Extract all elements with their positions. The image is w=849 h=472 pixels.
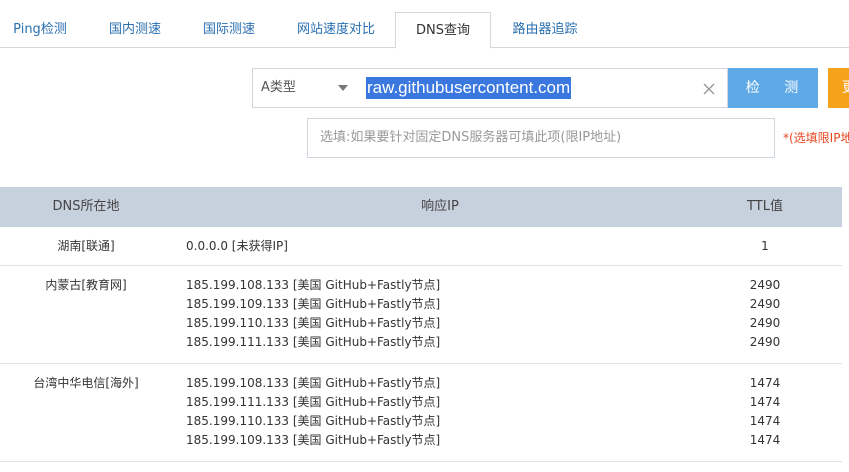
ip-entry: 185.199.109.133 [美国 GitHub+Fastly节点] xyxy=(186,297,441,311)
ip-entry: 185.199.110.133 [美国 GitHub+Fastly节点] xyxy=(186,316,441,330)
ip-entry: 185.199.109.133 [美国 GitHub+Fastly节点] xyxy=(186,433,441,447)
record-type-value: A类型 xyxy=(261,80,296,95)
detect-button[interactable]: 检 测 xyxy=(728,68,818,108)
ttl-entry: 2490 xyxy=(749,335,781,349)
domain-input[interactable]: raw.githubusercontent.com xyxy=(356,68,728,108)
ip-entry: 185.199.110.133 [美国 GitHub+Fastly节点] xyxy=(186,414,441,428)
table-row: 台湾中华电信[海外] 185.199.108.133 [美国 GitHub+Fa… xyxy=(0,364,842,462)
row-ips: 0.0.0.0 [未获得IP] xyxy=(186,237,288,256)
tab-ping[interactable]: Ping检测 xyxy=(0,12,80,48)
tab-traceroute[interactable]: 路由器追踪 xyxy=(498,12,592,48)
ttl-entry: 1474 xyxy=(749,395,781,409)
ttl-entry: 2490 xyxy=(749,297,781,311)
tab-international-speed[interactable]: 国际测速 xyxy=(186,12,272,48)
chevron-down-icon xyxy=(338,85,348,91)
ttl-entry: 1474 xyxy=(749,433,781,447)
tab-bar: Ping检测 国内测速 国际测速 网站速度对比 DNS查询 路由器追踪 xyxy=(0,0,849,49)
row-location: 台湾中华电信[海外] xyxy=(33,376,139,390)
row-ttls: 2490 2490 2490 2490 xyxy=(700,276,830,352)
ttl-entry: 1474 xyxy=(749,414,781,428)
header-ttl: TTL值 xyxy=(747,199,783,214)
row-location: 湖南[联通] xyxy=(57,239,115,253)
ip-entry: 185.199.111.133 [美国 GitHub+Fastly节点] xyxy=(186,395,441,409)
ttl-entry: 1 xyxy=(761,239,769,253)
header-dns-location: DNS所在地 xyxy=(52,199,120,214)
ttl-entry: 1474 xyxy=(749,376,781,390)
record-type-select[interactable]: A类型 xyxy=(252,68,357,108)
close-icon[interactable] xyxy=(701,81,717,97)
row-ttls: 1 xyxy=(700,237,830,256)
ip-entry: 185.199.111.133 [美国 GitHub+Fastly节点] xyxy=(186,335,441,349)
table-header: DNS所在地 响应IP TTL值 xyxy=(0,187,842,227)
tab-domestic-speed[interactable]: 国内测速 xyxy=(92,12,178,48)
ttl-entry: 2490 xyxy=(749,278,781,292)
ip-entry: 0.0.0.0 [未获得IP] xyxy=(186,239,288,253)
table-row: 内蒙古[教育网] 185.199.108.133 [美国 GitHub+Fast… xyxy=(0,266,842,364)
results-table: DNS所在地 响应IP TTL值 湖南[联通] 0.0.0.0 [未获得IP] … xyxy=(0,187,842,462)
ip-entry: 185.199.108.133 [美国 GitHub+Fastly节点] xyxy=(186,278,441,292)
more-button[interactable]: 更 xyxy=(828,68,849,108)
header-response-ip: 响应IP xyxy=(421,199,459,214)
row-location: 内蒙古[教育网] xyxy=(45,278,127,292)
row-ips: 185.199.108.133 [美国 GitHub+Fastly节点] 185… xyxy=(186,374,440,450)
domain-input-value: raw.githubusercontent.com xyxy=(366,77,572,99)
row-ips: 185.199.108.133 [美国 GitHub+Fastly节点] 185… xyxy=(186,276,440,352)
tab-site-speed-compare[interactable]: 网站速度对比 xyxy=(282,12,390,48)
row-ttls: 1474 1474 1474 1474 xyxy=(700,374,830,450)
ttl-entry: 2490 xyxy=(749,316,781,330)
ip-entry: 185.199.108.133 [美国 GitHub+Fastly节点] xyxy=(186,376,441,390)
dns-server-note: *(选填限IP地址) xyxy=(783,131,849,145)
dns-server-input[interactable]: 选填:如果要针对固定DNS服务器可填此项(限IP地址) xyxy=(307,118,775,158)
dns-server-placeholder: 选填:如果要针对固定DNS服务器可填此项(限IP地址) xyxy=(320,130,622,145)
table-row: 湖南[联通] 0.0.0.0 [未获得IP] 1 xyxy=(0,227,842,266)
tab-dns-query[interactable]: DNS查询 xyxy=(395,12,491,49)
